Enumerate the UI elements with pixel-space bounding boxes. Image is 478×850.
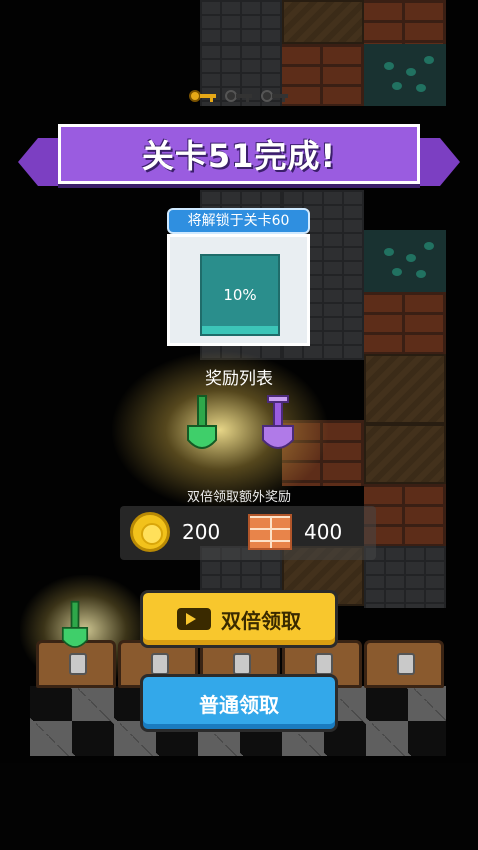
double-claim-label: 双倍领取 [221, 608, 301, 633]
banner-title: 关卡51完成! [141, 137, 337, 175]
treasure-chest [364, 640, 444, 688]
key-icon [261, 90, 288, 102]
unlock-progress-panel: 10% [167, 234, 310, 346]
brick-amount: 400 [304, 520, 343, 544]
video-icon [177, 608, 211, 630]
key-icon [225, 90, 252, 102]
reward-list-title: 奖励列表 [205, 369, 273, 389]
key-icon [189, 90, 216, 102]
brick-icon [248, 514, 292, 550]
coin-amount: 200 [182, 520, 221, 544]
progress-fill [202, 326, 278, 334]
level-complete-banner: 关卡51完成! [18, 124, 460, 192]
unlock-label: 将解锁于关卡60 [167, 208, 310, 234]
banner-plate: 关卡51完成! [58, 124, 420, 184]
coin-icon [130, 512, 170, 552]
game-screen: 关卡51完成! 将解锁于关卡60 10% 奖励列表 双倍领取额外奖励 200 4… [0, 0, 478, 850]
bonus-reward-row: 200 400 [120, 506, 376, 560]
progress-text: 10% [223, 286, 257, 304]
green-shovel-icon [61, 600, 89, 648]
unlock-progress-tile: 10% [200, 254, 280, 336]
normal-claim-button[interactable]: 普通领取 [140, 674, 338, 732]
green-shovel-icon [187, 395, 217, 449]
normal-claim-label: 普通领取 [199, 692, 279, 717]
double-claim-button[interactable]: 双倍领取 [140, 590, 338, 648]
keys-row [188, 88, 290, 104]
purple-shovel-icon [262, 395, 294, 449]
double-bonus-title: 双倍领取额外奖励 [186, 490, 291, 505]
